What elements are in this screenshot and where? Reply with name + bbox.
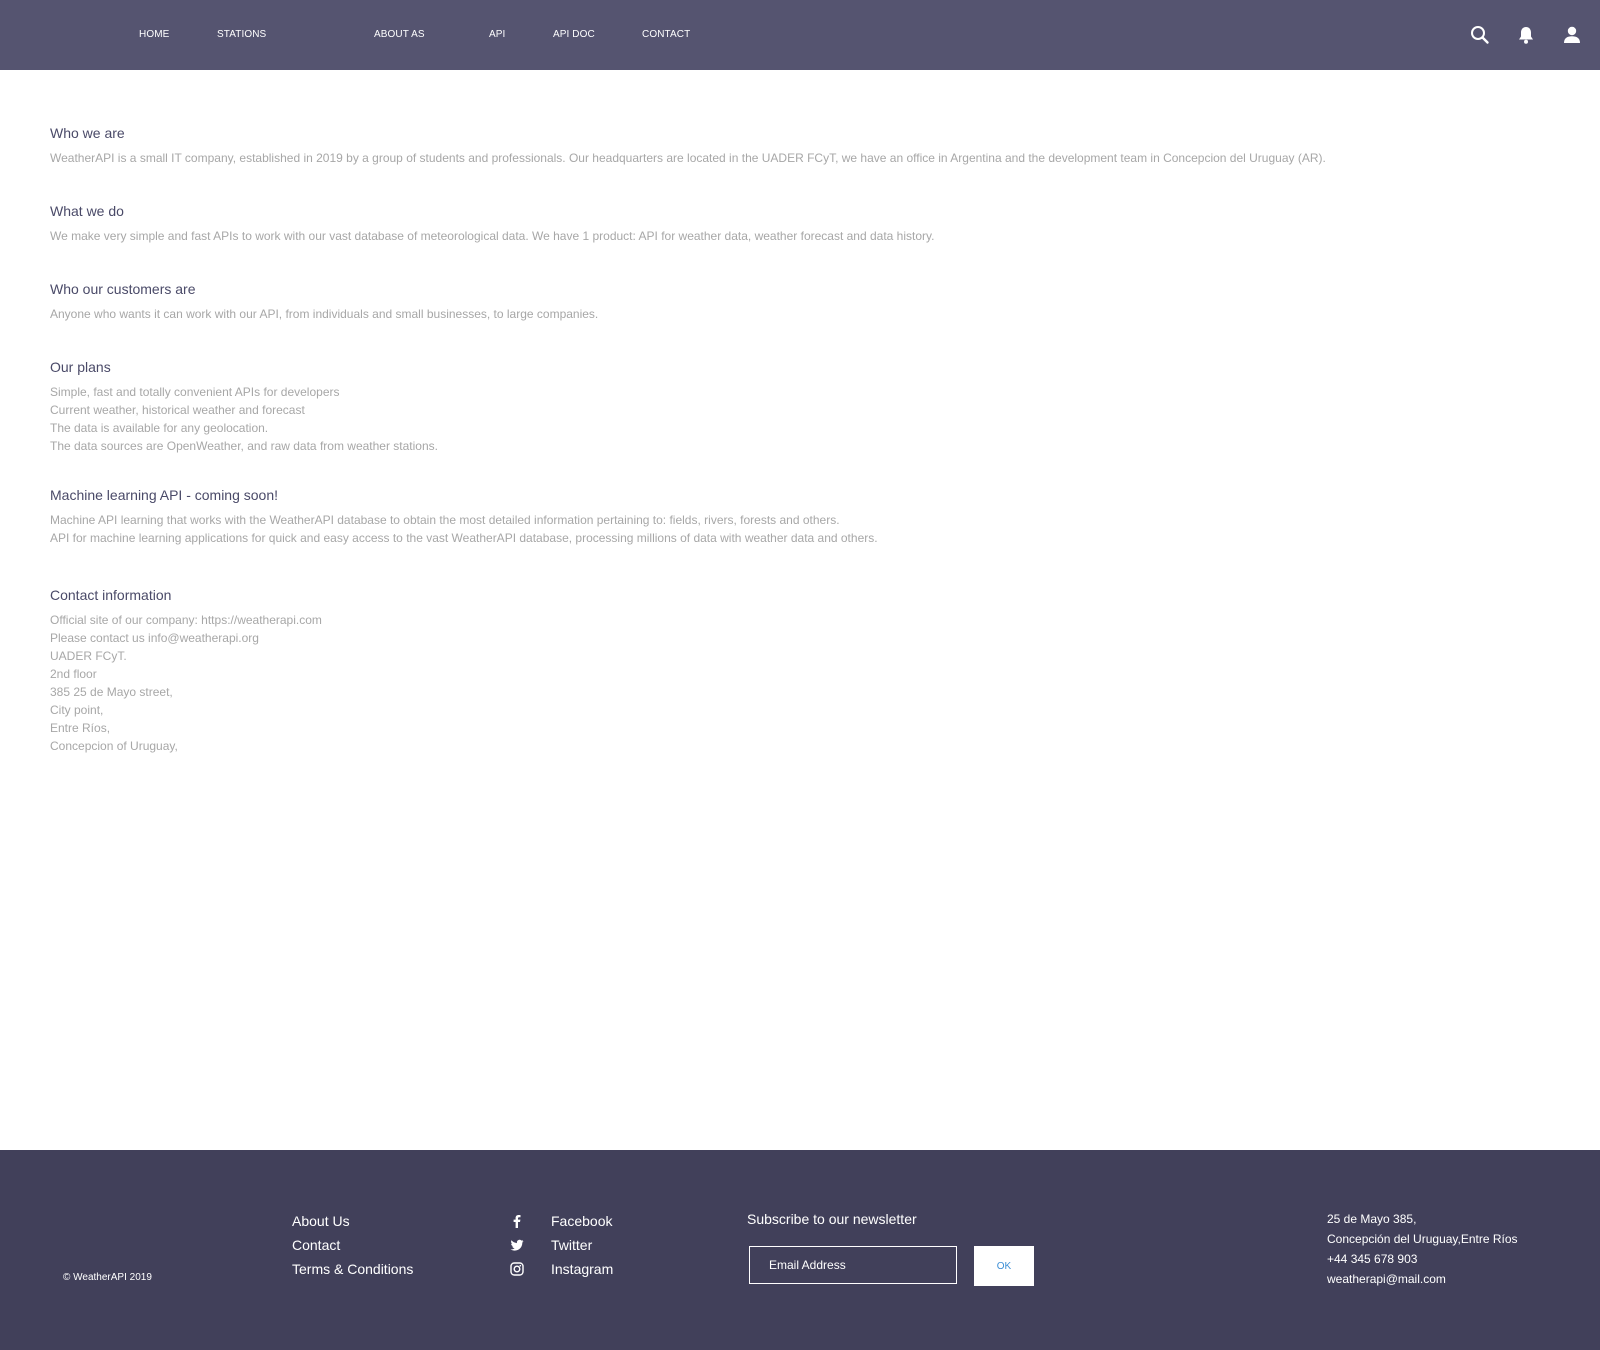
section-text: Current weather, historical weather and … <box>50 403 305 417</box>
section-text: We make very simple and fast APIs to wor… <box>50 229 935 243</box>
section-text: WeatherAPI is a small IT company, establ… <box>50 151 1326 165</box>
top-navbar: HOME STATIONS ABOUT AS API API DOC CONTA… <box>0 0 1600 70</box>
section-title: Who we are <box>50 125 125 141</box>
copyright-text: © WeatherAPI 2019 <box>63 1272 152 1283</box>
social-label: Instagram <box>551 1261 614 1277</box>
nav-about[interactable]: ABOUT AS <box>374 29 425 40</box>
phone-number: +44 345 678 903 <box>1327 1252 1418 1266</box>
address-line: Concepción del Uruguay,Entre Ríos <box>1327 1232 1518 1246</box>
section-machine-learning: Machine learning API - coming soon! Mach… <box>50 487 878 547</box>
social-links: Facebook Twitter Instagram <box>510 1209 630 1281</box>
user-icon[interactable] <box>1562 25 1582 45</box>
footer-address: 25 de Mayo 385, Concepción del Uruguay,E… <box>1327 1209 1518 1289</box>
nav-stations[interactable]: STATIONS <box>217 29 266 40</box>
section-our-plans: Our plans Simple, fast and totally conve… <box>50 359 438 455</box>
section-text: Entre Ríos, <box>50 721 111 735</box>
email-address: weatherapi@mail.com <box>1327 1272 1446 1286</box>
section-text: UADER FCyT. <box>50 649 127 663</box>
newsletter-title: Subscribe to our newsletter <box>747 1211 917 1227</box>
nav-api-doc[interactable]: API DOC <box>553 29 595 40</box>
section-text: Machine API learning that works with the… <box>50 513 840 527</box>
section-text: The data is available for any geolocatio… <box>50 421 269 435</box>
nav-home[interactable]: HOME <box>139 29 169 40</box>
section-title: Our plans <box>50 359 111 375</box>
section-text: Simple, fast and totally convenient APIs… <box>50 385 340 399</box>
newsletter-email-input[interactable] <box>749 1246 957 1284</box>
section-contact-info: Contact information Official site of our… <box>50 587 322 755</box>
section-what-we-do: What we do We make very simple and fast … <box>50 203 934 245</box>
section-text: Official site of our company: https://we… <box>50 613 322 627</box>
section-customers: Who our customers are Anyone who wants i… <box>50 281 598 323</box>
nav-contact[interactable]: CONTACT <box>642 29 690 40</box>
section-text: API for machine learning applications fo… <box>50 531 878 545</box>
footer-links: About Us Contact Terms & Conditions <box>292 1209 413 1281</box>
site-footer: © WeatherAPI 2019 About Us Contact Terms… <box>0 1150 1600 1350</box>
social-label: Twitter <box>551 1237 593 1253</box>
social-twitter[interactable]: Twitter <box>510 1233 630 1257</box>
social-facebook[interactable]: Facebook <box>510 1209 630 1233</box>
footer-link-about[interactable]: About Us <box>292 1209 413 1233</box>
social-label: Facebook <box>551 1213 613 1229</box>
search-icon[interactable] <box>1470 25 1490 45</box>
section-who-we-are: Who we are WeatherAPI is a small IT comp… <box>50 125 1326 167</box>
section-text: The data sources are OpenWeather, and ra… <box>50 439 438 453</box>
section-text: Please contact us info@weatherapi.org <box>50 631 259 645</box>
footer-link-contact[interactable]: Contact <box>292 1233 413 1257</box>
instagram-icon <box>510 1262 524 1276</box>
facebook-icon <box>510 1214 524 1228</box>
social-instagram[interactable]: Instagram <box>510 1257 630 1281</box>
section-title: Machine learning API - coming soon! <box>50 487 279 503</box>
section-text: 385 25 de Mayo street, <box>50 685 173 699</box>
address-line: 25 de Mayo 385, <box>1327 1212 1417 1226</box>
section-text: 2nd floor <box>50 667 97 681</box>
newsletter-submit-button[interactable]: OK <box>974 1246 1034 1286</box>
section-title: What we do <box>50 203 124 219</box>
section-title: Who our customers are <box>50 281 196 297</box>
section-text: Concepcion of Uruguay, <box>50 739 178 753</box>
section-title: Contact information <box>50 587 172 603</box>
footer-link-terms[interactable]: Terms & Conditions <box>292 1257 413 1281</box>
twitter-icon <box>510 1238 524 1252</box>
section-text: City point, <box>50 703 104 717</box>
nav-api[interactable]: API <box>489 29 505 40</box>
bell-icon[interactable] <box>1516 25 1536 45</box>
section-text: Anyone who wants it can work with our AP… <box>50 307 599 321</box>
